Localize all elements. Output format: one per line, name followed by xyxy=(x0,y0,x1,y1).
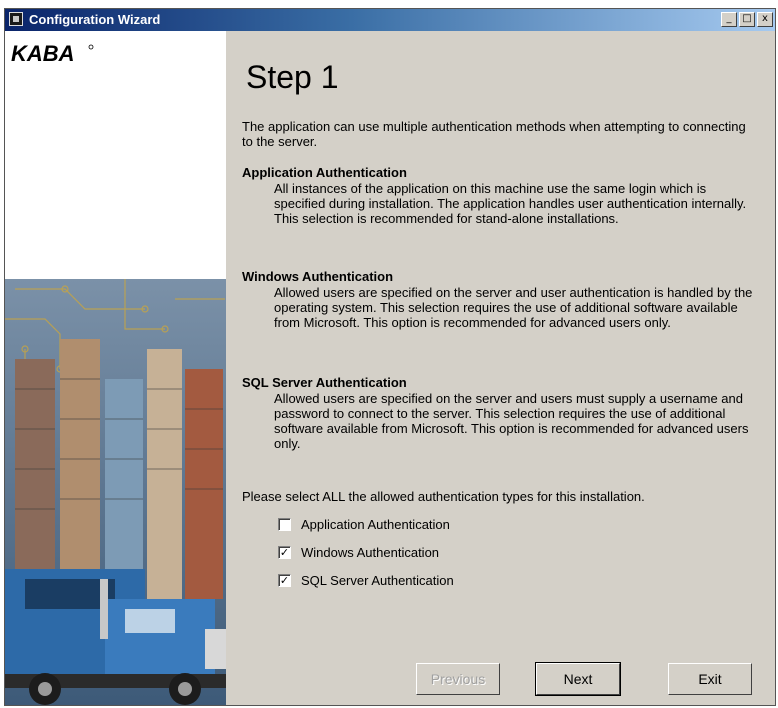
section-title-application: Application Authentication xyxy=(242,165,407,180)
next-button[interactable]: Next xyxy=(535,662,621,696)
window-title: Configuration Wizard xyxy=(29,12,161,27)
section-title-windows: Windows Authentication xyxy=(242,269,394,284)
railyard-truck-image xyxy=(5,279,226,705)
title-bar[interactable]: Configuration Wizard _ □ x xyxy=(5,9,775,31)
section-title-sql: SQL Server Authentication xyxy=(242,375,407,390)
logo-text: KABA xyxy=(11,41,75,65)
maximize-button[interactable]: □ xyxy=(739,12,755,27)
minimize-button[interactable]: _ xyxy=(721,12,737,27)
section-body-application: All instances of the application on this… xyxy=(274,181,747,226)
close-button[interactable]: x xyxy=(757,12,773,27)
app-icon xyxy=(9,12,23,26)
option-application[interactable]: Application Authentication xyxy=(278,517,450,532)
selection-prompt: Please select ALL the allowed authentica… xyxy=(242,489,645,504)
intro-text: The application can use multiple authent… xyxy=(242,119,746,149)
sql-auth-label[interactable]: SQL Server Authentication xyxy=(301,573,454,588)
previous-button[interactable]: Previous xyxy=(416,663,500,695)
application-auth-label[interactable]: Application Authentication xyxy=(301,517,450,532)
application-auth-checkbox[interactable] xyxy=(278,518,291,531)
left-panel: KABA xyxy=(5,31,226,705)
step-title: Step 1 xyxy=(246,59,339,95)
option-sql[interactable]: ✓ SQL Server Authentication xyxy=(278,573,454,588)
sql-auth-checkbox[interactable]: ✓ xyxy=(278,574,291,587)
exit-button[interactable]: Exit xyxy=(668,663,752,695)
section-body-sql: Allowed users are specified on the serve… xyxy=(274,391,749,451)
kaba-logo: KABA xyxy=(11,41,121,70)
main-content: Step 1 The application can use multiple … xyxy=(226,31,775,705)
option-windows[interactable]: ✓ Windows Authentication xyxy=(278,545,439,560)
section-body-windows: Allowed users are specified on the serve… xyxy=(274,285,753,330)
windows-auth-label[interactable]: Windows Authentication xyxy=(301,545,439,560)
wizard-window: Configuration Wizard _ □ x KABA Step 1 T… xyxy=(4,8,776,706)
windows-auth-checkbox[interactable]: ✓ xyxy=(278,546,291,559)
